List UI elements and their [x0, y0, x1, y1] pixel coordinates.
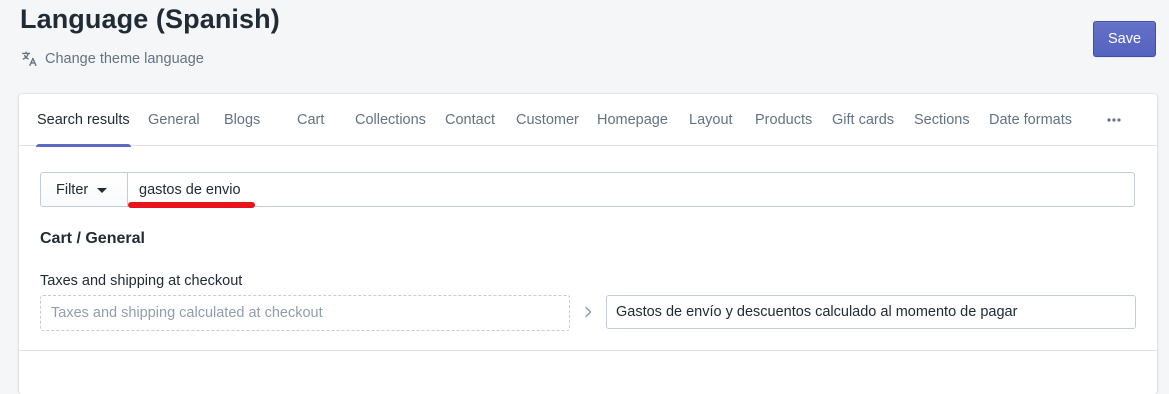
translate-icon — [21, 50, 38, 67]
search-input[interactable] — [127, 172, 1135, 207]
section-heading: Cart / General — [40, 230, 145, 247]
page-title: Language (Spanish) — [20, 4, 280, 34]
tab-bar: Search results General Blogs Cart Collec… — [19, 94, 1157, 147]
tab-sections[interactable]: Sections — [914, 94, 970, 146]
divider — [19, 350, 1157, 351]
save-button[interactable]: Save — [1093, 21, 1156, 57]
tab-layout[interactable]: Layout — [689, 94, 733, 146]
change-theme-language-label: Change theme language — [45, 50, 204, 67]
translation-input[interactable] — [606, 295, 1136, 329]
tab-search-results[interactable]: Search results — [36, 94, 131, 147]
tab-products[interactable]: Products — [755, 94, 812, 146]
default-text: Taxes and shipping calculated at checkou… — [51, 305, 323, 321]
tab-cart[interactable]: Cart — [297, 94, 324, 146]
tab-date-formats[interactable]: Date formats — [989, 94, 1072, 146]
field-label: Taxes and shipping at checkout — [40, 273, 243, 289]
chevron-right-icon — [585, 306, 592, 318]
tab-contact[interactable]: Contact — [445, 94, 495, 146]
tab-homepage[interactable]: Homepage — [597, 94, 668, 146]
tab-general[interactable]: General — [148, 94, 200, 146]
filter-label: Filter — [56, 181, 89, 198]
default-text-field: Taxes and shipping calculated at checkou… — [40, 295, 570, 331]
filter-button[interactable]: Filter — [40, 172, 128, 207]
caret-down-icon — [97, 188, 108, 193]
change-theme-language-link[interactable]: Change theme language — [21, 50, 204, 67]
tab-collections[interactable]: Collections — [355, 94, 426, 146]
tab-blogs[interactable]: Blogs — [224, 94, 260, 146]
more-tabs-icon[interactable] — [1104, 110, 1124, 130]
tab-gift-cards[interactable]: Gift cards — [832, 94, 894, 146]
tab-customer[interactable]: Customer — [516, 94, 579, 146]
translation-card: Search results General Blogs Cart Collec… — [19, 94, 1157, 394]
highlight-underline-annotation — [128, 202, 255, 208]
